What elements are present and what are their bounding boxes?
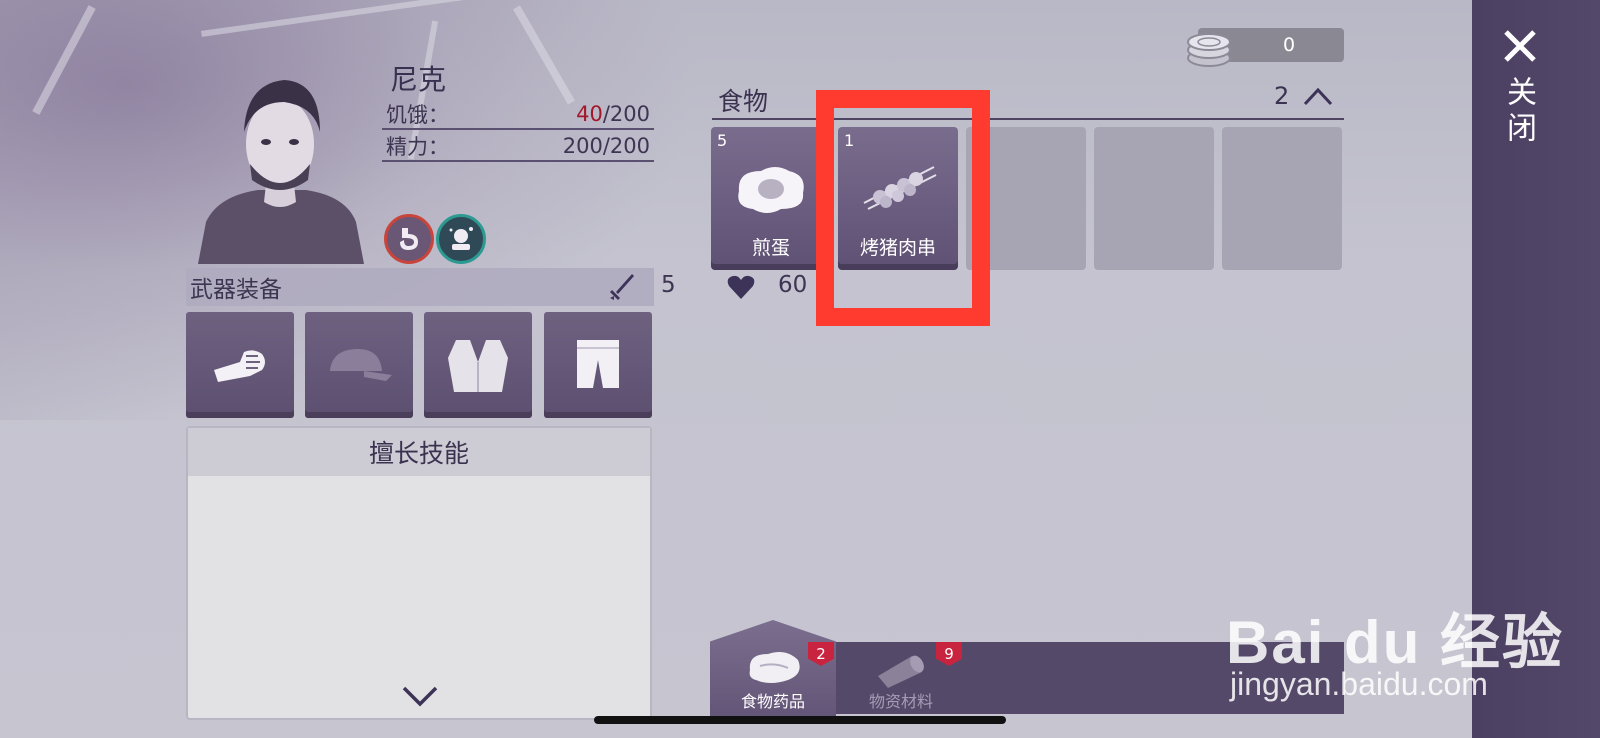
food-page-count: 2 [1274,82,1290,110]
home-indicator[interactable] [594,716,1006,724]
wood-log-icon [878,655,924,688]
tab-food-medicine[interactable]: 食物药品 [710,620,836,718]
hunger-stat: 饥饿： 40/200 [382,100,654,130]
equip-slot-weapon[interactable] [186,312,294,418]
attack-value: 5 [661,272,676,298]
chevron-up-icon[interactable] [1302,84,1334,108]
item-label: 煎蛋 [751,237,790,259]
character-name: 尼克 [390,63,447,96]
character-portrait [198,80,364,264]
food-item-fried-egg[interactable]: 5 煎蛋 [711,127,831,270]
shorts-icon [577,340,619,388]
heart-icon [727,275,755,299]
weapons-header: 武器装备 5 60 [186,268,807,306]
tab-label: 食物药品 [740,692,805,711]
energy-label: 精力： [386,135,449,159]
close-icon[interactable] [1500,26,1540,66]
item-quantity: 5 [717,131,728,150]
tab-label: 物资材料 [868,692,933,711]
watermark-url: jingyan.baidu.com [1230,666,1488,702]
energy-stat: 精力： 200/200 [382,132,654,162]
food-section-title: 食物 [718,87,769,116]
hunger-value: 40/200 [576,102,650,126]
stomach-status-icon[interactable] [384,214,434,264]
fried-egg-icon [738,167,804,213]
equip-slot-body[interactable] [424,312,532,418]
meat-icon [749,652,800,683]
equip-slot-legs[interactable] [544,312,652,418]
fist-icon [214,350,265,382]
food-slot-empty[interactable] [1094,127,1214,270]
chevron-down-icon[interactable] [400,684,440,708]
food-divider [712,118,1344,120]
close-label[interactable]: 关闭 [1500,76,1540,148]
cap-icon [330,349,392,381]
hunger-max: /200 [602,102,650,126]
coin-stack-icon [1187,33,1231,67]
baidu-watermark: Bai du 经验 jingyan.baidu.com [1226,594,1564,702]
energy-value: 200/200 [562,134,650,158]
food-slot-empty[interactable] [1222,127,1342,270]
vest-icon [448,340,508,392]
skills-panel: 擅长技能 [186,426,652,720]
hunger-current: 40 [576,102,603,126]
mood-status-icon[interactable] [436,214,486,264]
equip-slot-head[interactable] [305,312,413,418]
skills-title: 擅长技能 [188,428,650,476]
weapons-title: 武器装备 [190,277,282,303]
health-value: 60 [778,272,808,298]
highlight-box [816,90,990,326]
hunger-label: 饥饿： [386,103,449,127]
sword-icon [610,274,634,300]
